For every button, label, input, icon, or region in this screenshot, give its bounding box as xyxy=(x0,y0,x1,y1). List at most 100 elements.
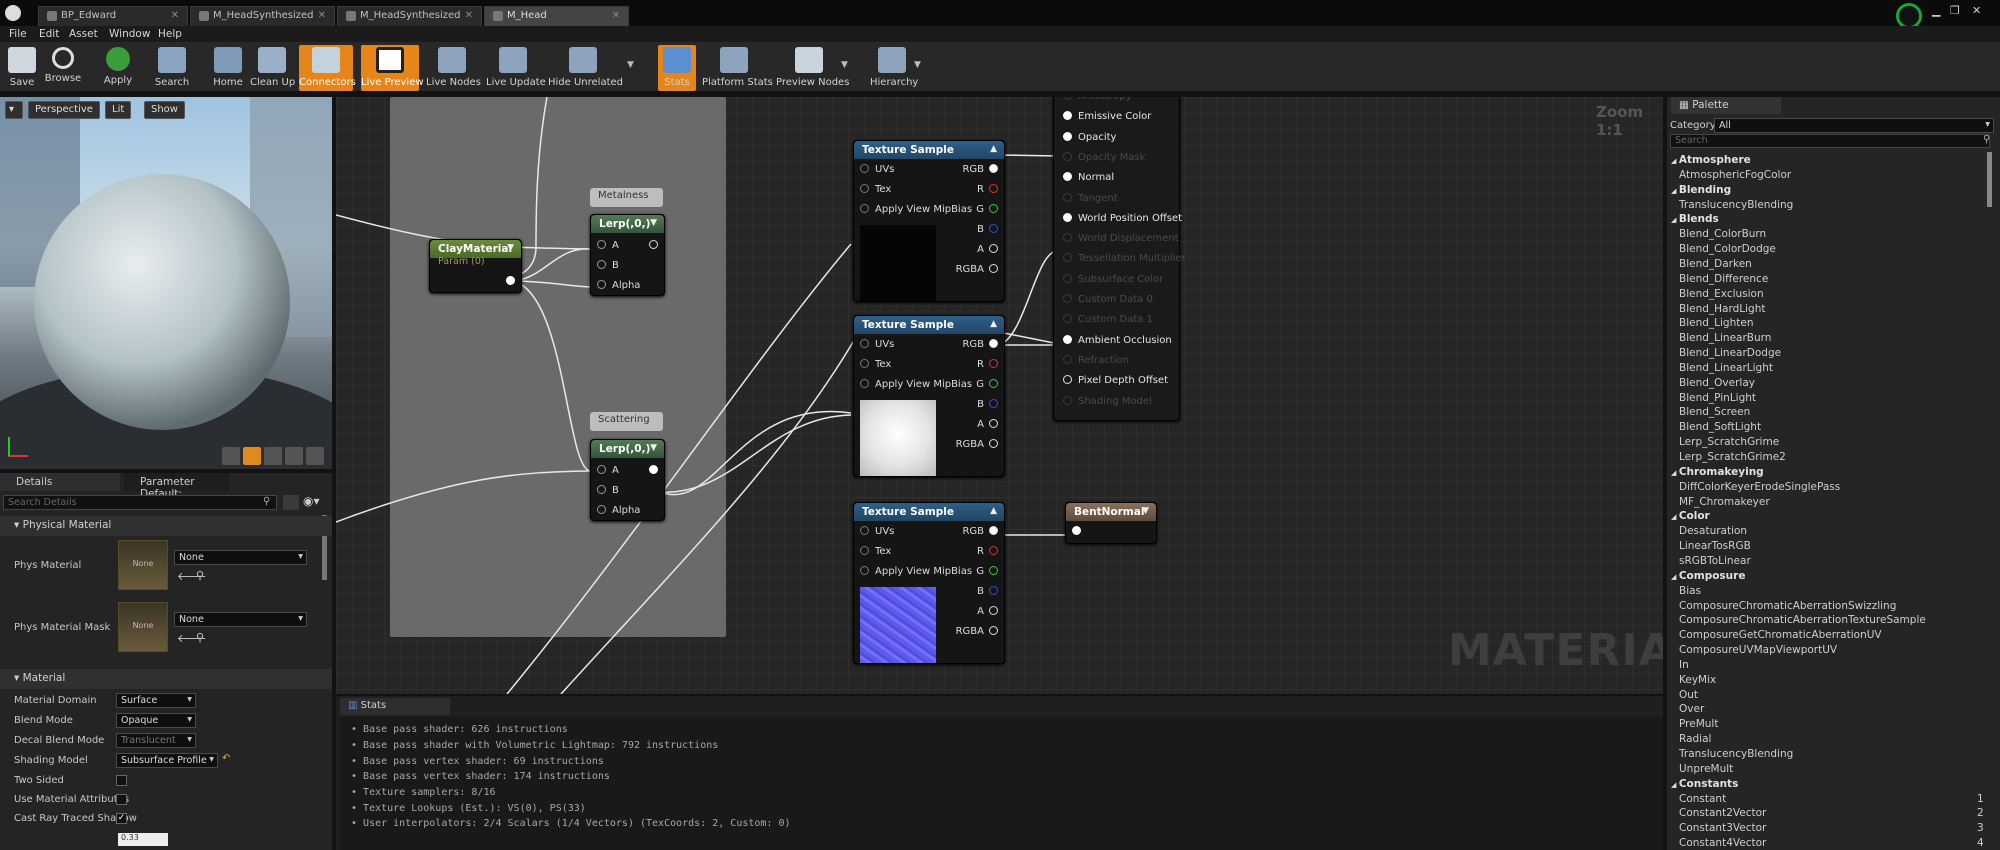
texture-sample-node-3[interactable]: Texture Sample ▲ UVs Tex Apply View MipBi… xyxy=(853,502,1005,664)
hierarchy-button[interactable]: Hierarchy xyxy=(870,45,918,91)
g-out-pin[interactable]: G xyxy=(976,204,998,215)
stats-button[interactable]: Stats xyxy=(658,45,696,91)
close-icon[interactable]: ✕ xyxy=(612,10,620,21)
browse-asset-icon[interactable]: ⚲ xyxy=(196,631,204,644)
tab-m-head[interactable]: M_Head ✕ xyxy=(484,6,629,26)
reset-to-default-icon[interactable]: ↶ xyxy=(222,753,230,764)
maximize-icon[interactable]: ❐ xyxy=(1950,4,1960,17)
collapse-icon[interactable]: ▼ xyxy=(650,218,657,228)
result-pin-tangent[interactable]: Tangent xyxy=(1063,192,1118,204)
palette-item[interactable]: Blend_LinearLight xyxy=(1679,362,1773,374)
palette-category[interactable]: ◢ Blending xyxy=(1671,184,1731,196)
show-button[interactable]: Show xyxy=(144,101,185,119)
palette-item[interactable]: Blend_LinearBurn xyxy=(1679,332,1771,344)
result-pin-normal[interactable]: Normal xyxy=(1063,172,1114,183)
close-window-icon[interactable]: ✕ xyxy=(1972,4,1981,17)
platform-stats-button[interactable]: Platform Stats xyxy=(702,45,773,91)
palette-item[interactable]: KeyMix xyxy=(1679,674,1716,686)
use-material-attributes-checkbox[interactable] xyxy=(116,794,127,805)
details-search-input[interactable]: Search Details xyxy=(3,495,277,510)
material-domain-combo[interactable]: Surface xyxy=(116,693,196,708)
menu-edit[interactable]: Edit xyxy=(39,28,59,40)
collapse-icon[interactable]: ▼ xyxy=(507,243,514,253)
menu-help[interactable]: Help xyxy=(158,28,182,40)
palette-category[interactable]: ◢ Atmosphere xyxy=(1671,154,1751,166)
connectors-button[interactable]: Connectors xyxy=(299,45,356,91)
result-pin-world-displacement[interactable]: World Displacement xyxy=(1063,233,1179,244)
tab-palette[interactable]: ▦ Palette xyxy=(1671,97,1781,114)
mipbias-pin[interactable]: Apply View MipBias xyxy=(860,566,972,577)
category-combo[interactable]: All xyxy=(1714,118,1994,133)
texture-sample-node-1[interactable]: Texture Sample ▲ UVs Tex Apply View MipBi… xyxy=(853,140,1005,302)
collapse-icon[interactable]: ▲ xyxy=(990,506,997,516)
lerp-node-metalness[interactable]: Lerp(,0,) ▼ A B Alpha xyxy=(590,214,665,296)
result-pin-shading-model[interactable]: Shading Model xyxy=(1063,395,1152,407)
palette-category[interactable]: ◢ Constants xyxy=(1671,778,1738,790)
palette-item[interactable]: Blend_ColorDodge xyxy=(1679,243,1776,255)
phys-material-combo[interactable]: None xyxy=(174,550,307,565)
browse-asset-icon[interactable]: ⚲ xyxy=(196,569,204,582)
tab-stats[interactable]: ▥ Stats xyxy=(340,698,450,715)
palette-item[interactable]: Blend_PinLight xyxy=(1679,392,1756,404)
preview-shape-cylinder-button[interactable] xyxy=(222,447,240,465)
result-pin-custom-data-0[interactable]: Custom Data 0 xyxy=(1063,294,1153,305)
palette-item[interactable]: ComposureUVMapViewportUV xyxy=(1679,644,1837,656)
shading-model-combo[interactable]: Subsurface Profile xyxy=(116,753,218,768)
palette-item[interactable]: DiffColorKeyerErodeSinglePass xyxy=(1679,481,1840,493)
live-nodes-button[interactable]: Live Nodes xyxy=(426,45,481,91)
result-pin-tessellation-multiplier[interactable]: Tessellation Multiplier xyxy=(1063,253,1186,264)
palette-item[interactable]: Blend_Difference xyxy=(1679,273,1768,285)
rgba-out-pin[interactable]: RGBA xyxy=(956,264,998,275)
clean-up-button[interactable]: Clean Up xyxy=(250,45,295,91)
perspective-button[interactable]: Perspective xyxy=(28,101,100,119)
palette-item[interactable]: Constant xyxy=(1679,793,1726,805)
palette-item[interactable]: Blend_ColorBurn xyxy=(1679,228,1766,240)
home-button[interactable]: Home xyxy=(210,45,246,91)
palette-item[interactable]: Blend_SoftLight xyxy=(1679,421,1761,433)
clay-output-pin[interactable] xyxy=(506,276,521,287)
palette-item[interactable]: PreMult xyxy=(1679,718,1718,730)
palette-item[interactable]: In xyxy=(1679,659,1689,671)
lerp-pin-b[interactable]: B xyxy=(597,485,619,496)
lerp-pin-a[interactable]: A xyxy=(597,240,619,251)
preview-shape-cube-button[interactable] xyxy=(285,447,303,465)
palette-item[interactable]: Constant4Vector xyxy=(1679,837,1766,849)
a-out-pin[interactable]: A xyxy=(977,419,998,430)
result-pin-ambient-occlusion[interactable]: Ambient Occlusion xyxy=(1063,334,1172,346)
menu-file[interactable]: File xyxy=(9,28,27,40)
tex-pin[interactable]: Tex xyxy=(860,359,891,370)
palette-item[interactable]: Lerp_ScratchGrime xyxy=(1679,436,1779,448)
collapse-icon[interactable]: ▼ xyxy=(650,443,657,453)
palette-item[interactable]: sRGBToLinear xyxy=(1679,555,1751,567)
rgb-out-pin[interactable]: RGB xyxy=(962,339,998,350)
clay-material-node[interactable]: ClayMaterial ▼ Param (0) xyxy=(429,239,522,293)
result-pin-emissive-color[interactable]: Emissive Color xyxy=(1063,111,1151,122)
hide-unrelated-button[interactable]: Hide Unrelated xyxy=(548,45,623,91)
lerp-pin-alpha[interactable]: Alpha xyxy=(597,280,640,291)
tex-pin[interactable]: Tex xyxy=(860,184,891,195)
r-out-pin[interactable]: R xyxy=(977,546,998,557)
palette-item[interactable]: Constant3Vector xyxy=(1679,822,1766,834)
palette-item[interactable]: Desaturation xyxy=(1679,525,1747,537)
palette-scrollbar[interactable] xyxy=(1987,152,1992,207)
result-pin-subsurface-color[interactable]: Subsurface Color xyxy=(1063,273,1163,285)
palette-item[interactable]: AtmosphericFogColor xyxy=(1679,169,1791,181)
palette-item[interactable]: Out xyxy=(1679,689,1698,701)
palette-item[interactable]: TranslucencyBlending xyxy=(1679,199,1793,211)
close-icon[interactable]: ✕ xyxy=(465,10,473,21)
uvs-pin[interactable]: UVs xyxy=(860,339,894,350)
bent-normal-input-pin[interactable] xyxy=(1072,526,1087,537)
uvs-pin[interactable]: UVs xyxy=(860,164,894,175)
palette-item[interactable]: Blend_Overlay xyxy=(1679,377,1755,389)
palette-item[interactable]: Blend_Lighten xyxy=(1679,317,1753,329)
opacity-value-field[interactable]: 0.33 xyxy=(118,833,168,846)
lerp-output-pin[interactable] xyxy=(649,240,664,251)
section-physical-material[interactable]: ▾ Physical Material xyxy=(0,516,332,536)
rgb-out-pin[interactable]: RGB xyxy=(962,164,998,175)
mipbias-pin[interactable]: Apply View MipBias xyxy=(860,379,972,390)
live-update-button[interactable]: Live Update xyxy=(486,45,546,91)
uvs-pin[interactable]: UVs xyxy=(860,526,894,537)
section-material[interactable]: ▾ Material xyxy=(0,669,332,689)
lerp-pin-alpha[interactable]: Alpha xyxy=(597,505,640,516)
palette-item[interactable]: MF_Chromakeyer xyxy=(1679,496,1770,508)
